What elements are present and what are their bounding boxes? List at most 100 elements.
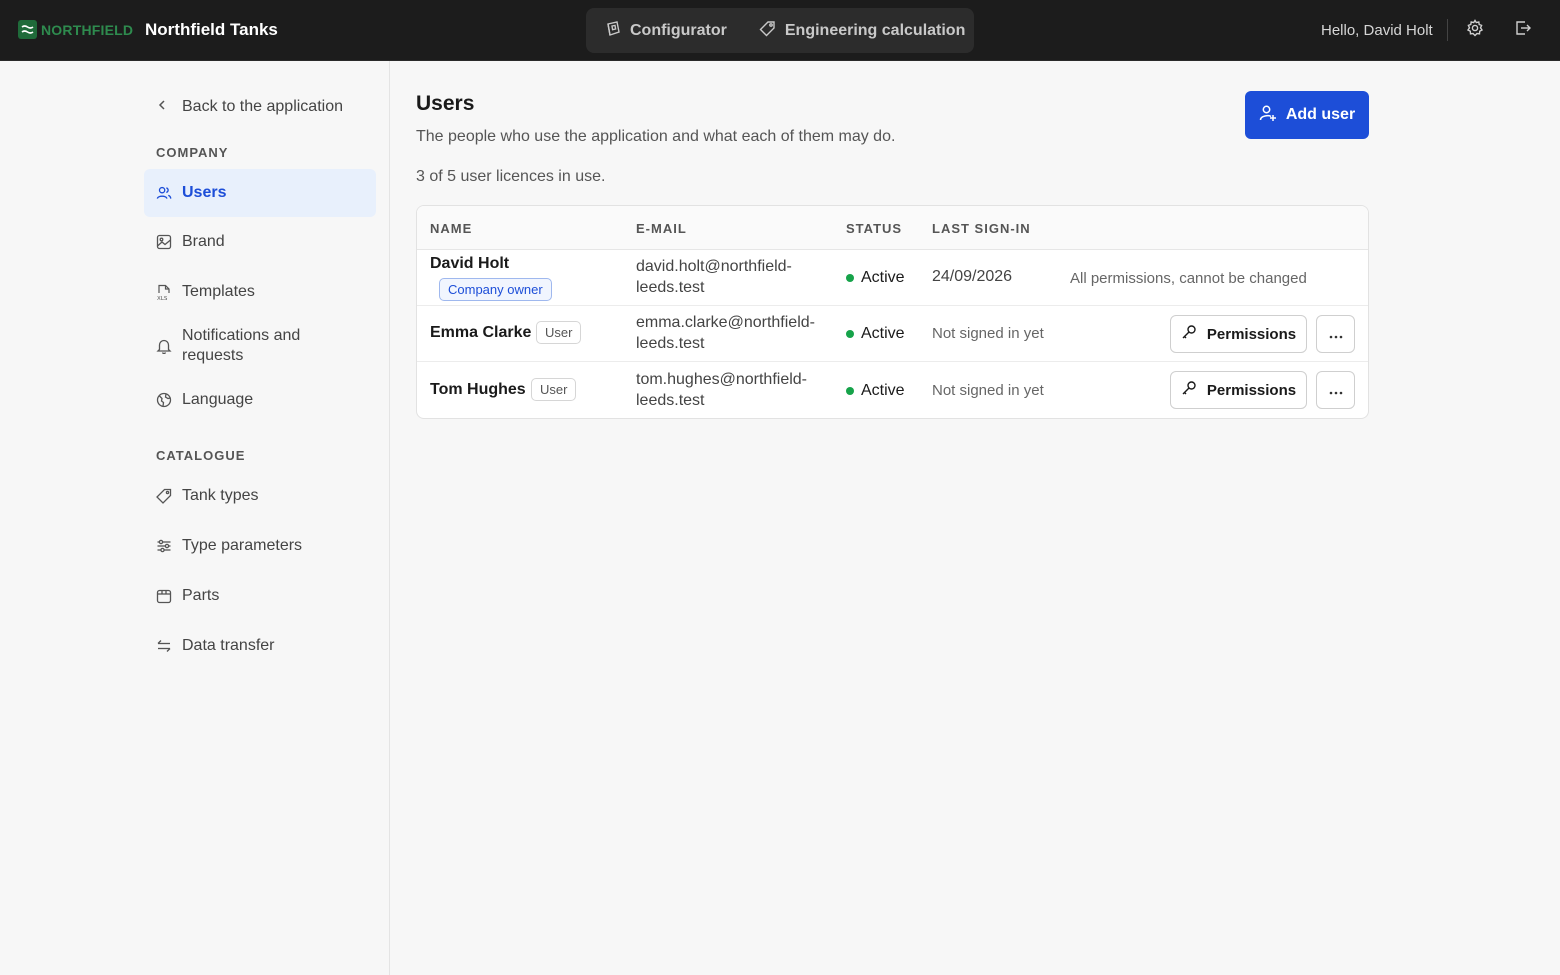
role-badge: User <box>531 378 577 401</box>
last-sign-in: 24/09/2026 <box>932 268 1013 285</box>
key-icon <box>1181 380 1197 400</box>
user-email: tom.hughes@northfield- leeds.test <box>636 369 807 411</box>
sidebar-item-notifications[interactable]: Notifications and requests <box>144 319 376 373</box>
key-icon <box>1181 324 1197 344</box>
column-header-last-sign-in[interactable]: LAST SIGN-IN <box>932 221 1031 236</box>
settings-button[interactable] <box>1465 18 1485 42</box>
email-line: leeds.test <box>636 335 705 352</box>
column-header-email[interactable]: E-MAIL <box>636 221 687 236</box>
sidebar-item-brand[interactable]: Brand <box>144 219 376 265</box>
box-icon <box>156 588 172 604</box>
email-line: tom.hughes@northfield- <box>636 371 807 388</box>
section-title-company: COMPANY <box>156 145 229 160</box>
ellipsis-icon <box>1329 382 1343 398</box>
divider <box>1447 19 1448 41</box>
sidebar-item-label: Type parameters <box>182 537 303 554</box>
add-user-label: Add user <box>1285 106 1356 123</box>
logout-button[interactable] <box>1513 20 1533 40</box>
permissions-label: Permissions <box>1206 325 1297 343</box>
status-badge: Active <box>846 269 905 287</box>
page-subtitle: The people who use the application and w… <box>416 128 896 145</box>
page-title: Users <box>416 92 475 115</box>
status-badge: Active <box>846 382 905 400</box>
role-badge: Company owner <box>439 278 552 301</box>
cube-icon <box>604 20 621 42</box>
email-line: david.holt@northfield- <box>636 258 792 275</box>
status-label: Active <box>861 382 905 399</box>
table-row: Tom Hughes User tom.hughes@northfield- l… <box>417 363 1368 418</box>
table-row: Emma Clarke User emma.clarke@northfield-… <box>417 306 1368 362</box>
back-label: Back to the application <box>182 98 343 115</box>
sidebar-item-data-transfer[interactable]: Data transfer <box>144 623 376 669</box>
sidebar-item-label: Templates <box>182 283 255 300</box>
users-table: NAME E-MAIL STATUS LAST SIGN-IN David Ho… <box>416 205 1369 419</box>
mode-engineering-calculation[interactable]: Engineering calculation <box>759 20 965 42</box>
mode-label: Engineering calculation <box>784 21 966 39</box>
user-email: emma.clarke@northfield- leeds.test <box>636 312 815 354</box>
mode-configurator[interactable]: Configurator <box>604 20 727 42</box>
section-title-catalogue: CATALOGUE <box>156 448 246 463</box>
bell-icon <box>156 338 172 354</box>
table-row: David Holt Company owner david.holt@nort… <box>417 250 1368 306</box>
svg-text:XLS: XLS <box>157 296 168 301</box>
last-sign-in: Not signed in yet <box>932 382 1044 399</box>
tag-icon <box>156 488 172 504</box>
status-dot <box>846 274 854 282</box>
status-label: Active <box>861 269 905 286</box>
sidebar-item-type-parameters[interactable]: Type parameters <box>144 523 376 569</box>
logo-text: NORTHFIELD <box>41 21 134 38</box>
xls-file-icon: XLS <box>156 284 172 301</box>
user-name: Tom Hughes <box>430 381 526 398</box>
sidebar-item-label: Data transfer <box>182 637 275 654</box>
user-name: David Holt <box>430 255 510 272</box>
licence-usage: 3 of 5 user licences in use. <box>416 168 606 185</box>
add-user-button[interactable]: Add user <box>1245 91 1369 139</box>
mode-switcher: Configurator Engineering calculation <box>586 8 974 53</box>
add-user-icon <box>1259 104 1277 127</box>
permissions-button[interactable]: Permissions <box>1170 371 1307 409</box>
gear-icon <box>1466 18 1484 42</box>
status-dot <box>846 330 854 338</box>
last-sign-in: Not signed in yet <box>932 325 1044 342</box>
permissions-note: All permissions, cannot be changed <box>1070 270 1307 287</box>
user-name: Emma Clarke <box>430 324 532 341</box>
logout-icon <box>1514 19 1532 42</box>
more-options-button[interactable] <box>1316 371 1355 409</box>
waves-logo-icon <box>18 20 37 39</box>
sidebar-item-label: Parts <box>182 587 220 604</box>
status-dot <box>846 387 854 395</box>
user-greeting: Hello, David Holt <box>1321 22 1433 39</box>
role-badge: User <box>536 321 582 344</box>
user-email: david.holt@northfield- leeds.test <box>636 256 792 298</box>
globe-icon <box>156 392 172 408</box>
status-label: Active <box>861 325 905 342</box>
permissions-button[interactable]: Permissions <box>1170 315 1307 353</box>
sidebar-item-templates[interactable]: XLS Templates <box>144 269 376 315</box>
app-name: Northfield Tanks <box>145 20 278 39</box>
image-icon <box>156 234 172 250</box>
logo[interactable]: NORTHFIELD <box>18 20 133 39</box>
mode-label: Configurator <box>630 21 727 39</box>
chevron-left-icon <box>156 98 168 116</box>
sidebar-item-parts[interactable]: Parts <box>144 573 376 619</box>
more-options-button[interactable] <box>1316 315 1355 353</box>
column-header-name[interactable]: NAME <box>430 221 472 236</box>
back-to-application-link[interactable]: Back to the application <box>156 98 343 116</box>
permissions-label: Permissions <box>1206 381 1297 399</box>
settings-sidebar: Back to the application COMPANY Users Br… <box>0 61 390 975</box>
email-line: leeds.test <box>636 279 705 296</box>
tag-icon <box>759 20 776 42</box>
sidebar-item-tank-types[interactable]: Tank types <box>144 473 376 519</box>
transfer-icon <box>156 638 172 654</box>
email-line: leeds.test <box>636 392 705 409</box>
sidebar-item-label: Brand <box>182 233 225 250</box>
sidebar-item-language[interactable]: Language <box>144 377 376 423</box>
sliders-icon <box>156 538 172 554</box>
column-header-status[interactable]: STATUS <box>846 221 902 236</box>
status-badge: Active <box>846 325 905 343</box>
sidebar-item-label: Language <box>182 391 254 408</box>
email-line: emma.clarke@northfield- <box>636 314 815 331</box>
table-header: NAME E-MAIL STATUS LAST SIGN-IN <box>417 206 1368 250</box>
sidebar-item-users[interactable]: Users <box>144 169 376 217</box>
ellipsis-icon <box>1329 326 1343 342</box>
